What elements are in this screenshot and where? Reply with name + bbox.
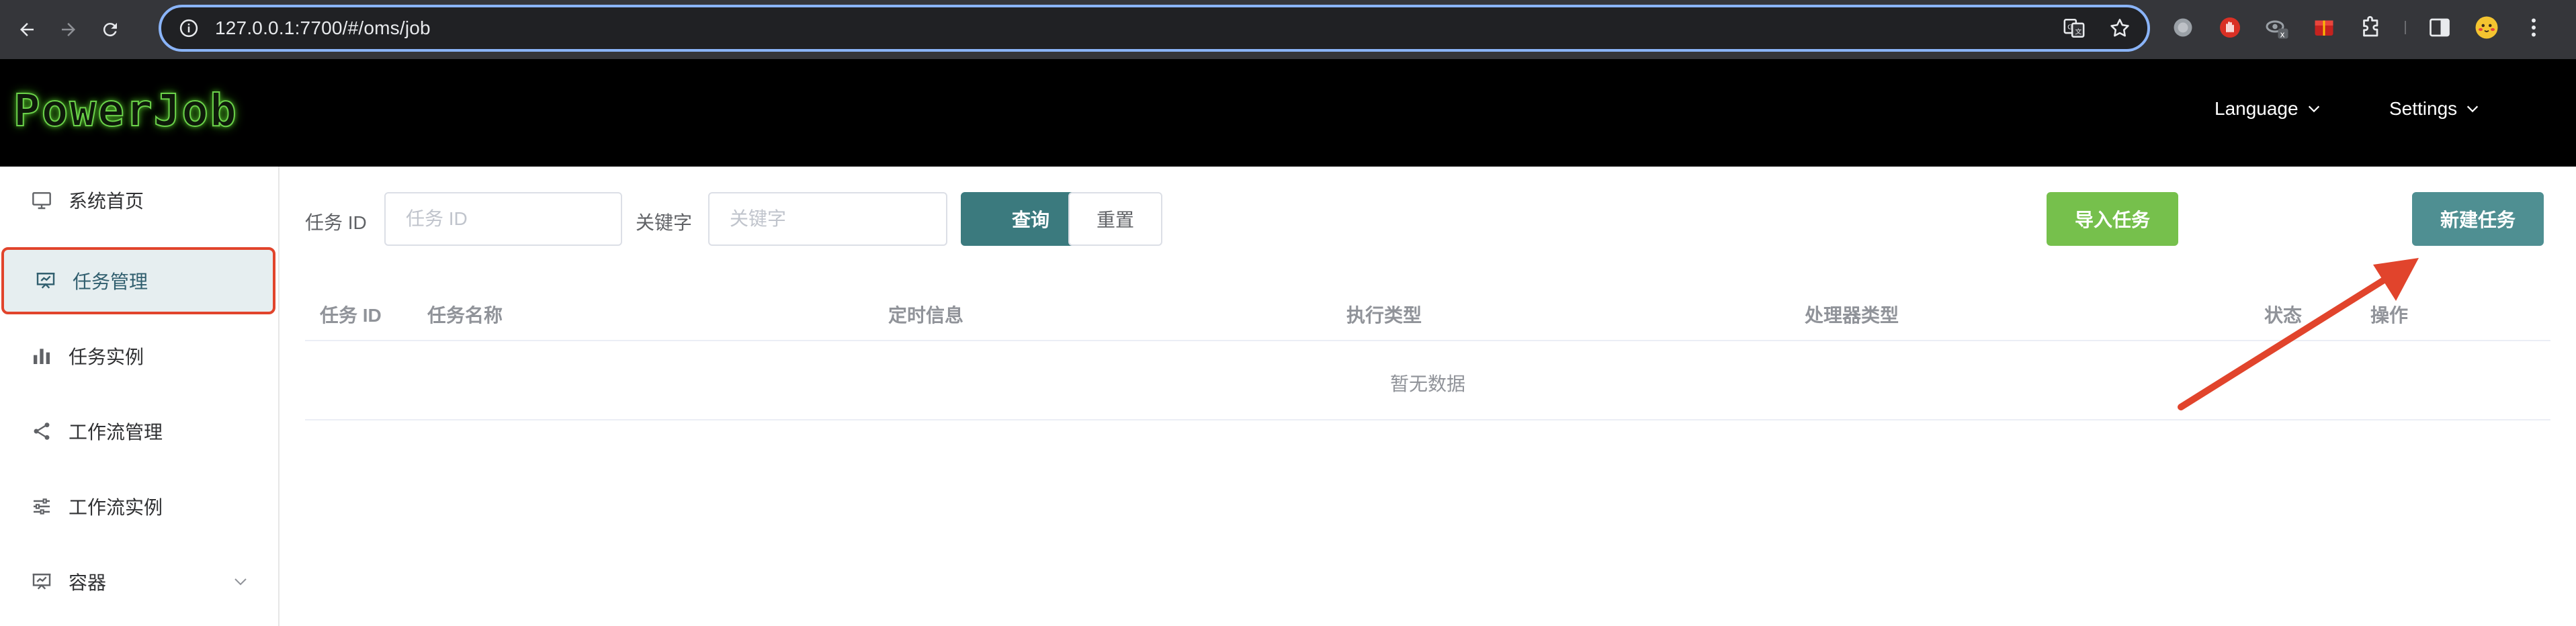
presentation-icon [36, 273, 55, 289]
keyword-label: 关键字 [636, 212, 693, 233]
chevron-down-icon[interactable] [232, 574, 249, 590]
browser-toolbar: 127.0.0.1:7700/#/oms/job G文 x [0, 0, 2576, 59]
sidebar-item-home[interactable]: 系统首页 [0, 167, 278, 234]
star-icon[interactable] [2108, 17, 2131, 40]
extension-gray-circle[interactable] [2169, 13, 2197, 42]
side-panel-icon [2430, 18, 2450, 37]
table-header: 任务 ID 任务名称 定时信息 执行类型 处理器类型 状态 操作 [305, 282, 2550, 341]
extensions-button[interactable] [2357, 13, 2385, 42]
svg-text:文: 文 [2075, 28, 2081, 36]
sidebar-item-label: 容器 [69, 572, 107, 593]
circle-icon [2174, 18, 2192, 37]
column-header-actions: 操作 [2370, 305, 2409, 326]
browser-menu-button[interactable] [2520, 13, 2548, 42]
toolbar-divider [2404, 13, 2407, 42]
sidebar-item-label: 系统首页 [69, 191, 144, 212]
column-header-execute-type: 执行类型 [1346, 305, 1422, 326]
info-icon [179, 19, 198, 38]
settings-menu[interactable]: Settings [2389, 98, 2480, 120]
share-icon [34, 422, 50, 440]
import-job-button[interactable]: 导入任务 [2047, 192, 2178, 246]
column-header-job-id: 任务 ID [320, 305, 382, 326]
puzzle-icon [2363, 15, 2378, 37]
column-header-job-name: 任务名称 [427, 305, 503, 326]
extension-red-box[interactable] [2310, 13, 2338, 42]
box-icon [2315, 20, 2333, 36]
main-content: 任务 ID 关键字 查询 重置 导入任务 新建任务 任务 ID 任务名称 定时信… [281, 167, 2576, 626]
sidebar-item-label: 任务管理 [73, 271, 148, 292]
hand-icon [2220, 17, 2240, 38]
sidebar: 系统首页 任务管理 任务实例 工作流管理 工作流实例 容器 [0, 167, 280, 626]
column-header-processor-type: 处理器类型 [1805, 305, 1899, 326]
new-job-button[interactable]: 新建任务 [2412, 192, 2544, 246]
sliders-icon [34, 498, 50, 515]
arrow-left-icon [20, 23, 34, 36]
empty-text: 暂无数据 [1389, 373, 1465, 394]
sidebar-item-workflow-management[interactable]: 工作流管理 [0, 398, 278, 465]
extension-red-hand[interactable] [2216, 13, 2244, 42]
forward-button[interactable] [55, 16, 82, 43]
table-empty-row: 暂无数据 [305, 341, 2550, 420]
side-panel-button[interactable] [2425, 13, 2454, 42]
presentation-icon [32, 574, 51, 590]
chevron-down-icon [2308, 105, 2319, 113]
keyword-input[interactable] [708, 192, 947, 246]
sidebar-item-label: 任务实例 [69, 347, 144, 367]
back-button[interactable] [13, 16, 40, 43]
profile-avatar[interactable] [2473, 13, 2501, 42]
language-menu-label: Language [2215, 98, 2299, 119]
address-bar[interactable]: 127.0.0.1:7700/#/oms/job G文 [159, 5, 2150, 52]
job-id-label: 任务 ID [305, 212, 367, 233]
reset-button[interactable]: 重置 [1068, 192, 1162, 246]
column-header-schedule: 定时信息 [888, 305, 964, 326]
chevron-down-icon [2467, 105, 2479, 113]
bar-chart-icon [34, 349, 50, 364]
kebab-menu-icon [2532, 18, 2536, 37]
reload-icon [103, 23, 117, 37]
language-menu[interactable]: Language [2215, 98, 2321, 120]
sidebar-item-job-management[interactable]: 任务管理 [1, 247, 275, 314]
monitor-icon [32, 192, 51, 210]
svg-text:x: x [2280, 30, 2285, 39]
translate-icon[interactable]: G文 [2063, 17, 2086, 40]
job-id-input[interactable] [384, 192, 622, 246]
sidebar-item-workflow-instances[interactable]: 工作流实例 [0, 473, 278, 540]
eye-icon: x [2266, 20, 2288, 39]
svg-text:G: G [2067, 24, 2073, 31]
sidebar-item-label: 工作流管理 [69, 422, 163, 443]
sidebar-item-label: 工作流实例 [69, 497, 163, 518]
settings-menu-label: Settings [2389, 98, 2458, 119]
avatar-icon [2475, 16, 2498, 39]
extension-eye[interactable]: x [2263, 13, 2291, 42]
arrow-right-icon [62, 23, 75, 36]
url-text: 127.0.0.1:7700/#/oms/job [215, 17, 431, 38]
app-header: PowerJob Language Settings [0, 59, 2576, 167]
sidebar-item-job-instances[interactable]: 任务实例 [0, 322, 278, 390]
column-header-status: 状态 [2264, 305, 2303, 326]
job-table: 任务 ID 任务名称 定时信息 执行类型 处理器类型 状态 操作 暂无数据 [305, 282, 2550, 420]
sidebar-item-container[interactable]: 容器 [0, 548, 278, 615]
reload-button[interactable] [97, 16, 124, 43]
powerjob-logo[interactable]: PowerJob [13, 84, 238, 137]
